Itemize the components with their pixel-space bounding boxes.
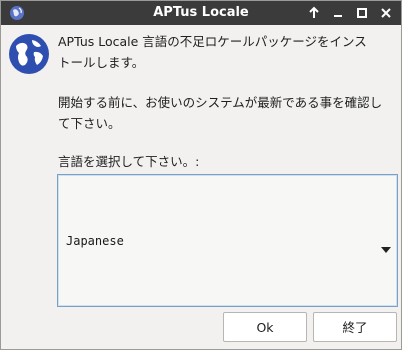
maximize-icon[interactable] xyxy=(354,5,370,21)
globe-icon xyxy=(7,32,51,76)
close-icon[interactable] xyxy=(378,5,394,21)
ok-button[interactable]: Ok xyxy=(223,312,307,342)
titlebar[interactable]: APTus Locale xyxy=(1,1,401,25)
chevron-down-icon[interactable] xyxy=(381,238,391,253)
language-selected-value: Japanese xyxy=(66,234,124,248)
arrow-up-icon[interactable] xyxy=(306,5,322,21)
minimize-icon[interactable] xyxy=(330,5,346,21)
message-line-4: て下さい。 xyxy=(58,116,121,131)
message-line-2: トールします。 xyxy=(58,55,145,70)
language-prompt-label: 言語を選択して下さい。: xyxy=(58,154,200,169)
dialog-window: APTus Locale APTus Locale 言語の不足ロケールパッケージ… xyxy=(0,0,402,350)
message-line-3: 開始する前に、お使いのシステムが最新である事を確認し xyxy=(58,95,383,110)
language-select[interactable]: Japanese xyxy=(57,174,398,307)
message-line-1: APTus Locale 言語の不足ロケールパッケージをインス xyxy=(58,34,367,49)
exit-button[interactable]: 終了 xyxy=(313,312,397,342)
